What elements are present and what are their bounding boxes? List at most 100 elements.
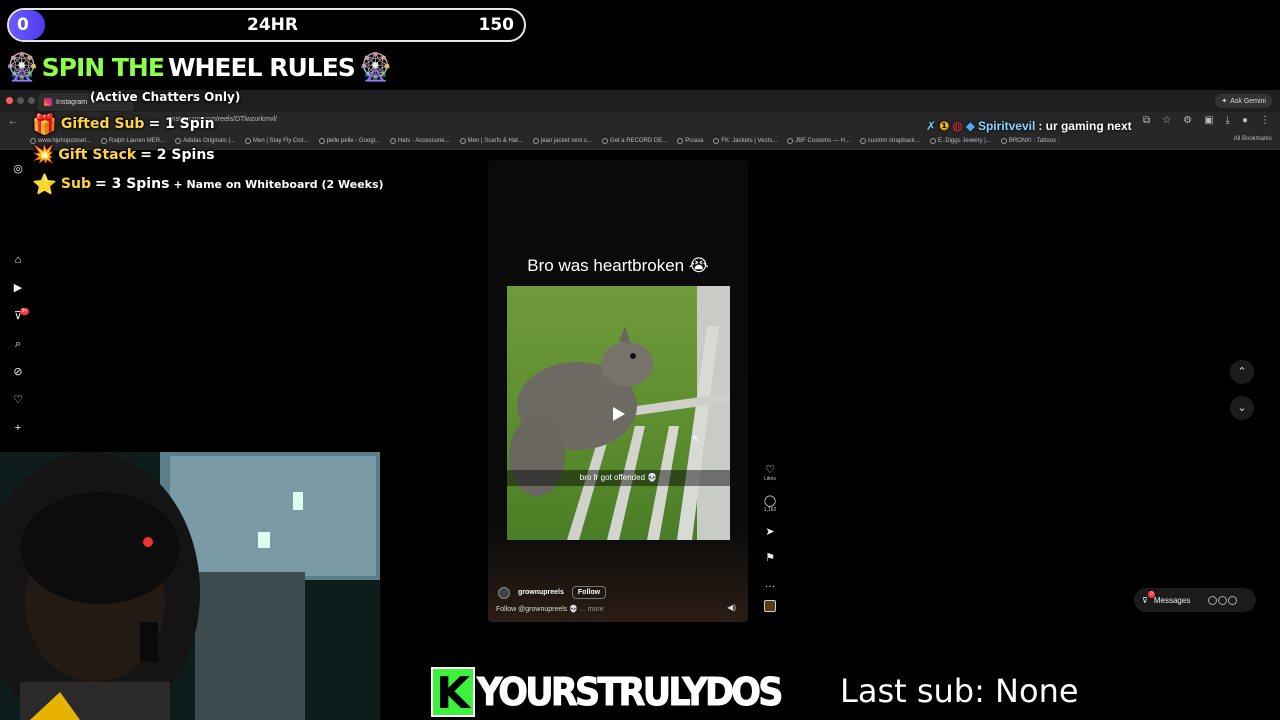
channel-name: YOURSTRULYDOS: [477, 670, 784, 715]
author-username[interactable]: grownupreels: [518, 589, 564, 596]
more-link[interactable]: ... more: [580, 606, 604, 613]
cast-icon[interactable]: ⧉: [1143, 115, 1150, 126]
bookmark-item[interactable]: E. Diggs Jewelry |...: [929, 137, 991, 144]
reel-description: Follow @grownupreels 💀 ... more: [496, 605, 604, 613]
bookmark-item[interactable]: FK: Jackets | Vests...: [713, 137, 777, 144]
explore-icon[interactable]: ⊘: [12, 366, 24, 378]
sidebar-icon[interactable]: ▣: [1204, 115, 1213, 126]
bookmark-label: BRONX! : Tattoos :: [1008, 137, 1060, 144]
description-text: Follow @grownupreels 💀: [496, 606, 578, 613]
badge-icon: ✗: [926, 119, 937, 133]
likes-label: Likes: [764, 476, 776, 482]
close-window-button[interactable]: [6, 97, 13, 104]
heart-icon[interactable]: ♡: [12, 394, 24, 406]
bookmark-globe-icon: [30, 137, 36, 144]
title-part-1: SPIN THE: [41, 52, 165, 82]
mute-icon[interactable]: ◀): [727, 603, 736, 612]
messages-label: Messages: [1153, 595, 1191, 605]
chat-text: : ur gaming next: [1038, 119, 1132, 133]
bookmark-item[interactable]: www.hiphopcloset...: [30, 137, 91, 144]
bookmark-item[interactable]: custom strapback...: [859, 137, 920, 144]
comment-icon: ◯: [763, 495, 777, 507]
bookmark-item[interactable]: Men | Stay Fly Clot...: [244, 137, 309, 144]
video-caption: bro fr got offended 💀: [507, 470, 730, 486]
bookmark-item[interactable]: BRONX! : Tattoos :: [1000, 137, 1060, 144]
download-icon[interactable]: ⤓: [1226, 115, 1230, 126]
bookmark-label: Men | Stay Fly Clot...: [252, 137, 309, 144]
bookmark-item[interactable]: Get a RECORD DE...: [601, 137, 667, 144]
menu-icon[interactable]: ⋮: [1260, 115, 1270, 126]
zoom-window-button[interactable]: [28, 97, 35, 104]
bookmark-globe-icon: [859, 137, 866, 144]
messages-button[interactable]: ⊽ 9 Messages: [1134, 588, 1256, 612]
last-sub-label: Last sub: None: [840, 672, 1079, 710]
bookmark-label: Hats - Accessorie...: [397, 137, 450, 144]
bookmark-label: Ralph Lauren MER...: [109, 137, 166, 144]
bookmark-item[interactable]: jean jacket vest s...: [532, 137, 592, 144]
back-icon[interactable]: ←: [8, 116, 18, 127]
bookmark-item[interactable]: Hats - Accessorie...: [389, 137, 450, 144]
all-bookmarks-button[interactable]: All Bookmarks: [1234, 136, 1272, 142]
title-part-2: WHEEL RULES: [167, 52, 356, 82]
bookmark-globe-icon: [318, 137, 325, 144]
message-avatars: [1208, 595, 1238, 605]
save-action[interactable]: ⚑: [765, 552, 775, 564]
play-icon[interactable]: [613, 407, 625, 421]
kick-logo: K: [431, 667, 475, 719]
create-icon[interactable]: +: [12, 422, 24, 434]
ask-gemini-button[interactable]: ✦ Ask Gemini: [1215, 94, 1272, 108]
audio-thumbnail[interactable]: [764, 600, 776, 612]
gifted-sub-value: = 1 Spin: [148, 116, 215, 132]
bookmark-globe-icon: [101, 137, 108, 144]
next-reel-button[interactable]: ⌄: [1230, 396, 1254, 420]
bookmark-label: pelle pelle - Googl...: [326, 137, 380, 144]
gift-icon: 🎁: [32, 112, 57, 136]
bookmark-item[interactable]: Picasa: [677, 137, 703, 144]
star-icon: ⭐: [32, 172, 57, 196]
comment-action[interactable]: ◯ 1,160: [764, 495, 777, 514]
follow-button[interactable]: Follow: [571, 586, 607, 599]
profile-icon[interactable]: ●: [1242, 115, 1248, 126]
bookmark-label: E. Diggs Jewelry |...: [937, 137, 991, 144]
rule-gift-stack: 💥 Gift Stack = 2 Spins: [32, 144, 215, 165]
ferris-wheel-icon: 🎡: [358, 52, 393, 83]
bookmark-item[interactable]: JBF Customs — H...: [787, 137, 850, 144]
bookmark-globe-icon: [601, 137, 608, 144]
like-heart-icon: ♡: [765, 464, 775, 476]
reels-icon[interactable]: ▶: [12, 282, 24, 294]
star-bookmark-icon[interactable]: ☆: [1162, 115, 1171, 126]
reel-video[interactable]: bro fr got offended 💀: [507, 286, 730, 540]
home-icon[interactable]: ⌂: [12, 254, 24, 266]
author-avatar[interactable]: [498, 586, 510, 599]
bookmark-item[interactable]: Men | Scarfs & Hat...: [459, 137, 523, 144]
sub-goal-timeframe: 24HR: [247, 15, 298, 35]
bookmark-label: jean jacket vest s...: [540, 137, 592, 144]
minimize-window-button[interactable]: [17, 97, 24, 104]
bookmark-globe-icon: [929, 137, 936, 144]
like-action[interactable]: ♡ Likes: [764, 464, 776, 483]
bookmark-globe-icon: [1000, 137, 1007, 144]
sub-label: Sub: [60, 176, 91, 192]
burst-icon: 💥: [32, 144, 55, 165]
extensions-icon[interactable]: ⚙: [1183, 115, 1192, 126]
rule-sub: ⭐ Sub = 3 Spins + Name on Whiteboard (2 …: [32, 172, 384, 196]
bookmark-label: custom strapback...: [867, 137, 920, 144]
bookmark-item[interactable]: pelle pelle - Googl...: [318, 137, 380, 144]
badge-icon: ❶: [939, 119, 950, 133]
more-options[interactable]: …: [765, 578, 776, 590]
gift-stack-value: = 2 Spins: [140, 146, 215, 163]
bookmark-item[interactable]: Adidas Originals |...: [175, 137, 235, 144]
previous-reel-button[interactable]: ⌃: [1230, 360, 1254, 384]
ferris-wheel-icon: 🎡: [5, 52, 39, 83]
share-action[interactable]: ➤: [765, 526, 774, 538]
messages-badge: 9: [1148, 591, 1155, 598]
instagram-logo-icon[interactable]: ◎: [12, 163, 24, 175]
bookmark-globe-icon: [175, 137, 182, 144]
chat-message: ✗ ❶ ◍ ◆ Spiritvevil : ur gaming next: [926, 117, 1132, 135]
search-icon[interactable]: ⌕: [12, 338, 24, 350]
toolbar-icons: ⧉ ☆ ⚙ ▣ ⤓ ● ⋮: [1143, 115, 1270, 126]
webcam-feed: [0, 452, 380, 720]
webcam-image: [0, 452, 380, 720]
gifted-sub-label: Gifted Sub: [60, 116, 145, 132]
bookmark-item[interactable]: Ralph Lauren MER...: [101, 137, 166, 144]
